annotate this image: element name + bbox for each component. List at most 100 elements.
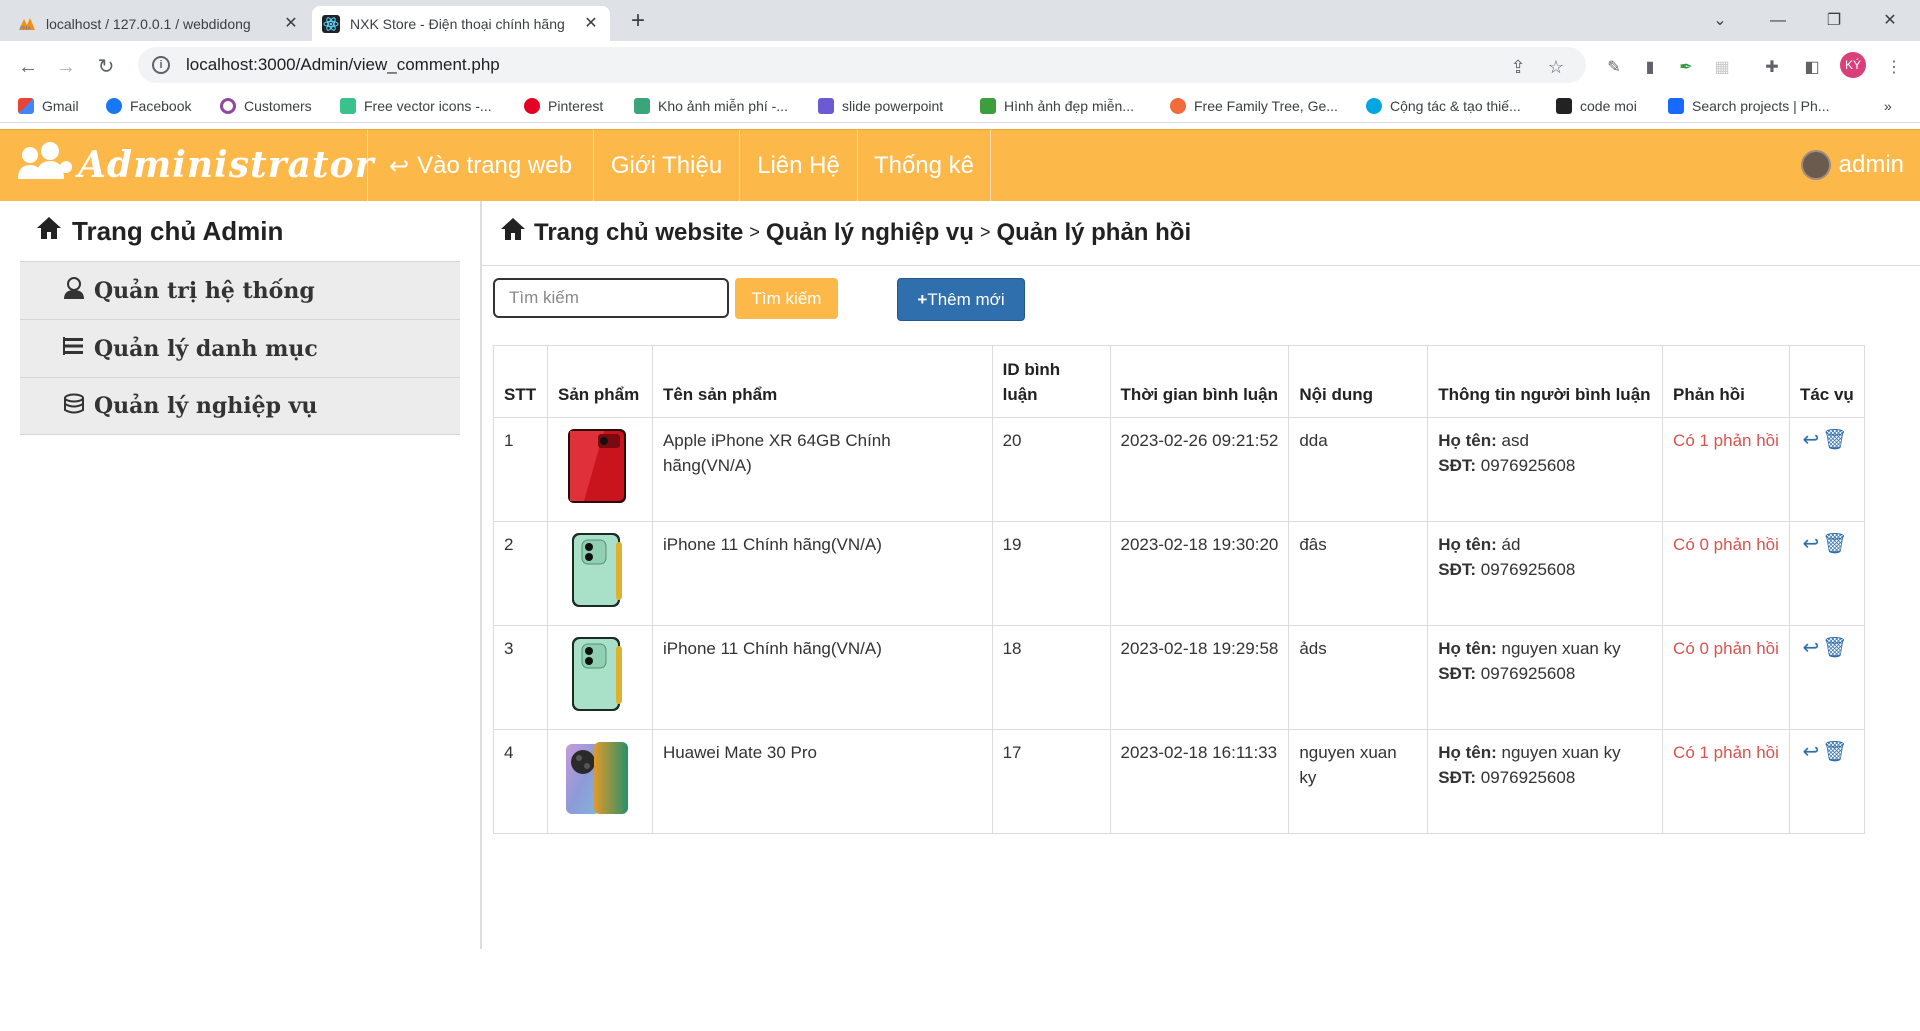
close-tab-icon[interactable]: ✕	[582, 15, 600, 33]
search-button[interactable]: Tìm kiếm	[735, 278, 838, 319]
phone-label: SĐT:	[1438, 456, 1477, 475]
breadcrumb-website-home[interactable]: Trang chủ website	[534, 219, 743, 247]
nav-lien-he[interactable]: Liên Hệ	[739, 130, 857, 202]
cell-time: 2023-02-26 09:21:52	[1109, 417, 1290, 522]
trash-icon[interactable]: 🗑	[1822, 637, 1847, 659]
bookmark-free-vector-icons[interactable]: Free vector icons -...	[340, 98, 492, 114]
extension-pen-icon[interactable]: ✒	[1676, 58, 1696, 78]
bookmark-customers[interactable]: Customers	[220, 98, 312, 114]
bookmark-facebook[interactable]: Facebook	[106, 98, 191, 114]
bookmark-behance[interactable]: Search projects | Ph...	[1668, 98, 1829, 114]
trash-icon[interactable]: 🗑	[1822, 741, 1847, 763]
cell-product-name: Huawei Mate 30 Pro	[651, 729, 993, 834]
trash-icon[interactable]: 🗑	[1822, 533, 1847, 555]
bookmark-hinh-anh-dep[interactable]: Hình ảnh đẹp miễn...	[980, 98, 1134, 114]
extension-phone-icon[interactable]: ▮	[1640, 58, 1660, 78]
page: Administrator ↩ Vào trang web Giới Thiệu…	[0, 123, 1920, 1031]
browser-toolbar: ← → ↻ i localhost:3000/Admin/view_commen…	[0, 41, 1920, 91]
forward-icon[interactable]: →	[52, 53, 80, 81]
bookmark-kho-anh[interactable]: Kho ảnh miễn phí -...	[634, 98, 788, 114]
sidebar-item-system-admin[interactable]: Quản trị hệ thống	[20, 261, 460, 319]
restore-button[interactable]: ❐	[1814, 6, 1854, 36]
breadcrumb-operations[interactable]: Quản lý nghiệp vụ	[766, 219, 974, 247]
minimize-button[interactable]: —	[1758, 6, 1798, 36]
cell-commenter-info: Họ tên: nguyen xuan ky SĐT: 0976925608	[1427, 729, 1664, 834]
facebook-icon	[106, 98, 122, 114]
px-icon	[980, 98, 996, 114]
trash-icon[interactable]: 🗑	[1822, 429, 1847, 451]
bookmark-family-tree[interactable]: Free Family Tree, Ge...	[1170, 98, 1338, 114]
nav-thong-ke[interactable]: Thống kê	[857, 130, 991, 202]
cell-replies: Có 0 phản hồi	[1662, 521, 1790, 626]
slides-icon	[818, 98, 834, 114]
close-window-button[interactable]: ✕	[1870, 6, 1910, 36]
bookmark-pinterest[interactable]: Pinterest	[524, 98, 603, 114]
browser-tab-nxk-store[interactable]: NXK Store - Điện thoại chính hãng ✕	[312, 6, 610, 41]
customers-icon	[220, 98, 236, 114]
brand-logo[interactable]: Administrator	[16, 141, 375, 190]
tab-search-chevron-icon[interactable]: ⌄	[1700, 6, 1740, 36]
user-icon	[62, 276, 86, 305]
cell-commenter-info: Họ tên: nguyen xuan ky SĐT: 0976925608	[1427, 625, 1664, 730]
search-input[interactable]	[493, 278, 729, 318]
reply-icon[interactable]: ↩	[1800, 741, 1822, 763]
users-icon	[16, 141, 74, 190]
bookmark-cong-tac[interactable]: Cộng tác & tạo thiế...	[1366, 98, 1521, 114]
add-new-button[interactable]: +Thêm mới	[897, 278, 1025, 321]
header-product-name: Tên sản phẩm	[651, 345, 993, 418]
nav-visit-site[interactable]: ↩ Vào trang web	[367, 130, 593, 202]
breadcrumb-feedback: Quản lý phản hồi	[996, 218, 1192, 246]
bookmark-star-icon[interactable]: ☆	[1546, 57, 1566, 78]
avatar	[1800, 150, 1831, 180]
browser-menu-icon[interactable]: ⋮	[1884, 58, 1904, 78]
bookmark-slide-powerpoint[interactable]: slide powerpoint	[818, 98, 943, 114]
profile-avatar[interactable]: KÝ	[1840, 52, 1866, 78]
back-icon[interactable]: ←	[14, 53, 42, 81]
plus-icon: +	[917, 289, 928, 309]
sidebar-item-categories[interactable]: Quản lý danh mục	[20, 319, 460, 377]
header-actions: Tác vụ	[1788, 345, 1866, 418]
cell-replies: Có 0 phản hồi	[1662, 625, 1790, 730]
browser-tab-phpmyadmin[interactable]: PMA localhost / 127.0.0.1 / webdidong ✕	[8, 6, 310, 41]
cell-replies: Có 1 phản hồi	[1662, 417, 1790, 522]
side-panel-icon[interactable]: ◧	[1802, 58, 1822, 78]
code-icon	[1556, 98, 1572, 114]
reply-icon[interactable]: ↩	[1800, 429, 1822, 451]
cell-stt: 4	[493, 729, 548, 834]
extension-eyedropper-icon[interactable]: ✎	[1604, 58, 1624, 78]
reply-count-link[interactable]: Có 0 phản hồi	[1673, 639, 1779, 658]
bookmark-code-moi[interactable]: code moi	[1556, 98, 1637, 114]
user-menu[interactable]: admin	[1800, 150, 1904, 180]
bookmark-gmail[interactable]: Gmail	[18, 98, 79, 114]
image-bank-icon	[634, 98, 650, 114]
reply-count-link[interactable]: Có 0 phản hồi	[1673, 535, 1779, 554]
reply-icon[interactable]: ↩	[1800, 637, 1822, 659]
breadcrumb-separator: >	[979, 222, 991, 242]
extensions-puzzle-icon[interactable]: ✚	[1762, 58, 1782, 78]
brand-text: Administrator	[78, 144, 375, 186]
nav-gioi-thieu[interactable]: Giới Thiệu	[593, 130, 739, 202]
address-bar[interactable]: i localhost:3000/Admin/view_comment.php …	[138, 47, 1586, 83]
close-tab-icon[interactable]: ✕	[282, 15, 300, 33]
cell-content: ảds	[1288, 625, 1429, 730]
share-icon[interactable]: ⇪	[1508, 57, 1528, 78]
extension-grid-icon[interactable]: ▦	[1712, 58, 1732, 78]
reply-count-link[interactable]: Có 1 phản hồi	[1673, 743, 1779, 762]
sidebar-item-operations[interactable]: Quản lý nghiệp vụ	[20, 377, 460, 435]
reload-icon[interactable]: ↻	[92, 53, 120, 81]
reply-arrow-icon: ↩	[389, 152, 410, 180]
commenter-name: ád	[1501, 535, 1521, 554]
bookmarks-overflow-icon[interactable]: »	[1884, 98, 1892, 114]
bookmarks-bar: Gmail Facebook Customers Free vector ico…	[0, 91, 1920, 123]
tab-title: localhost / 127.0.0.1 / webdidong	[46, 15, 251, 32]
table-row: 2 iPhone 11 Chính hãng(VN/A) 19 2023-02-…	[493, 521, 1866, 626]
sidebar-home[interactable]: Trang chủ Admin	[20, 201, 460, 261]
reply-icon[interactable]: ↩	[1800, 533, 1822, 555]
react-icon	[322, 14, 340, 33]
site-info-icon[interactable]: i	[152, 56, 170, 74]
phone-label: SĐT:	[1438, 768, 1477, 787]
url-text: localhost:3000/Admin/view_comment.php	[186, 55, 500, 74]
reply-count-link[interactable]: Có 1 phản hồi	[1673, 431, 1779, 450]
breadcrumb: Trang chủ website > Quản lý nghiệp vụ > …	[500, 217, 1191, 248]
new-tab-button[interactable]: +	[624, 8, 652, 36]
